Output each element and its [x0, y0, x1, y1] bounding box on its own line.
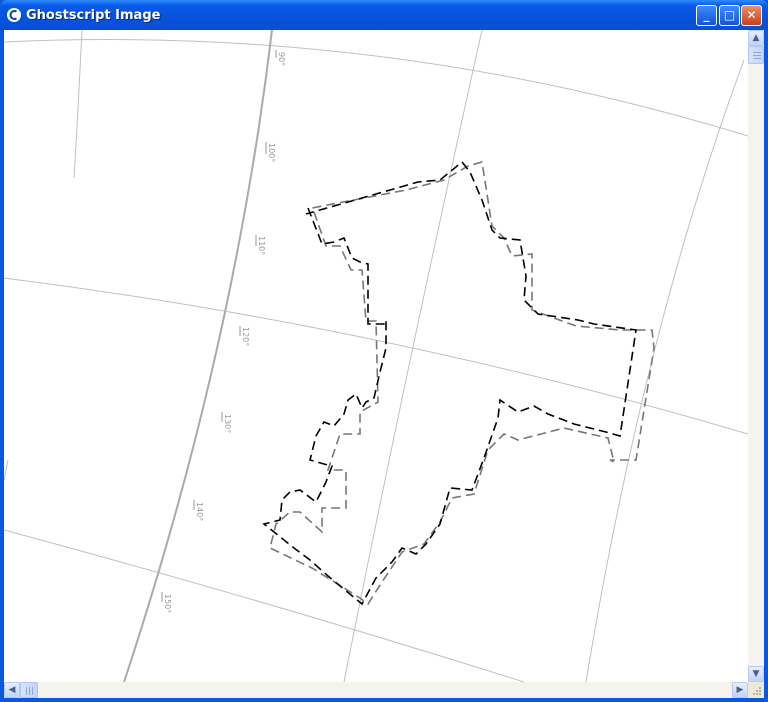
longitude-label: 150° [163, 594, 172, 613]
graticule [4, 30, 748, 682]
longitude-label: 140° [195, 502, 204, 521]
scroll-up-button[interactable]: ▲ [748, 30, 764, 46]
close-button[interactable]: ✕ [741, 5, 762, 26]
scroll-right-button[interactable]: ▶ [732, 682, 748, 698]
horizontal-scrollbar[interactable]: ◀ ▶ [4, 682, 748, 698]
image-client-area: 90° 100° 110° 120° 130° 140° 150° ▲ ▼ ◀ … [4, 30, 764, 698]
title-bar[interactable]: Ghostscript Image _ □ ✕ [0, 0, 768, 30]
resize-grip[interactable] [748, 682, 764, 698]
minimize-icon: _ [703, 8, 710, 22]
left-arrow-icon: ◀ [8, 685, 16, 695]
right-arrow-icon: ▶ [736, 685, 744, 695]
horizontal-scroll-thumb[interactable] [20, 682, 38, 698]
parallel-line [4, 39, 748, 137]
down-arrow-icon: ▼ [752, 669, 760, 679]
ghostscript-window: Ghostscript Image _ □ ✕ 90° 100° 110° 12… [0, 0, 768, 702]
meridian-line [73, 30, 83, 179]
scroll-down-button[interactable]: ▼ [748, 666, 764, 682]
scroll-left-button[interactable]: ◀ [4, 682, 20, 698]
ghostscript-icon [7, 8, 21, 22]
resize-grip-icon [753, 687, 761, 695]
maximize-button[interactable]: □ [719, 5, 740, 26]
meridian-line [585, 59, 745, 682]
longitude-label: 120° [241, 327, 250, 346]
longitude-labels: 90° 100° 110° 120° 130° 140° 150° [163, 52, 286, 613]
close-icon: ✕ [746, 8, 757, 22]
vertical-scroll-thumb[interactable] [748, 46, 764, 64]
longitude-label: 90° [277, 52, 286, 66]
meridian-line [4, 459, 9, 481]
minimize-button[interactable]: _ [696, 5, 717, 26]
longitude-label: 130° [223, 414, 232, 433]
longitude-label: 100° [267, 143, 276, 162]
longitude-label: 110° [257, 236, 266, 255]
vertical-scrollbar[interactable]: ▲ ▼ [748, 30, 764, 682]
maximize-icon: □ [723, 8, 736, 22]
up-arrow-icon: ▲ [752, 33, 760, 43]
grip-icon [26, 687, 33, 695]
grip-icon [753, 52, 761, 59]
region-outline-gray [269, 160, 655, 606]
parallel-line [4, 277, 748, 435]
parallel-line [4, 529, 525, 682]
meridian-line [343, 30, 483, 682]
map-canvas: 90° 100° 110° 120° 130° 140° 150° [4, 30, 748, 682]
window-title: Ghostscript Image [26, 8, 161, 23]
